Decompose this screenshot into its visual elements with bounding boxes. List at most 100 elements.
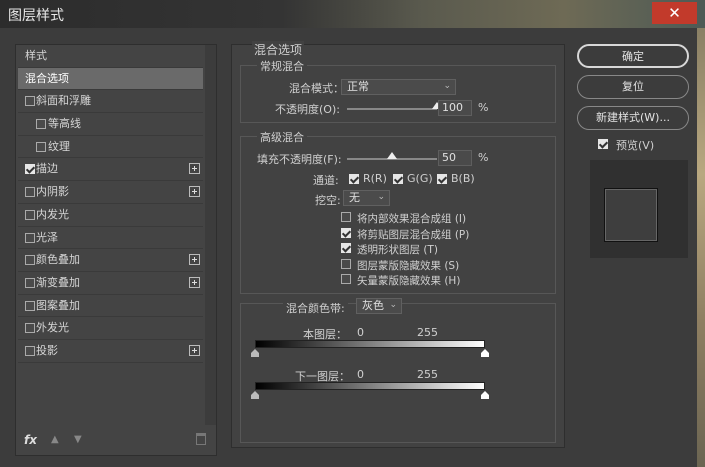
blend-option-checkbox[interactable] [341, 258, 351, 269]
channel-label: R(R) [363, 172, 387, 185]
advanced-blending-title: 高级混合 [257, 129, 307, 145]
window-title: 图层样式 [8, 8, 64, 24]
underlying-layer-gradient [255, 382, 485, 390]
style-item[interactable]: 混合选项 [18, 67, 203, 91]
trash-icon[interactable] [196, 433, 206, 445]
underlying-layer-max: 255 [417, 368, 438, 381]
style-checkbox[interactable] [25, 209, 35, 220]
style-checkbox[interactable] [25, 277, 35, 288]
style-checkbox[interactable] [25, 164, 35, 175]
style-item[interactable]: 斜面和浮雕 [18, 90, 203, 114]
title-bar: 图层样式 ✕ [0, 0, 705, 28]
blend-if-label: 混合颜色带: [283, 300, 348, 316]
this-layer-white-slider[interactable] [481, 349, 489, 357]
fill-opacity-slider-thumb[interactable] [387, 152, 397, 159]
opacity-input[interactable]: 100 [438, 100, 472, 116]
close-button[interactable]: ✕ [652, 2, 697, 24]
preview-toggle[interactable]: 预览(V) [598, 138, 688, 152]
style-item-label: 混合选项 [25, 71, 69, 85]
blend-if-value: 灰色 [362, 299, 384, 312]
style-item[interactable]: 描边 [18, 158, 203, 182]
advanced-blending-group: 高级混合 填充不透明度(F): 50 % 通道: R(R) G(G) B(B) 挖空… [240, 129, 556, 294]
style-item[interactable]: 外发光 [18, 317, 203, 340]
ok-button[interactable]: 确定 [577, 44, 689, 68]
section-title: 混合选项 [252, 41, 305, 58]
add-effect-icon[interactable] [189, 186, 200, 198]
add-effect-icon[interactable] [189, 254, 200, 266]
channels-label: 通道: [313, 174, 339, 187]
blend-option-checkbox[interactable] [341, 243, 351, 253]
style-item-label: 外发光 [36, 321, 69, 335]
blend-option-label: 将内部效果混合成组 (I) [357, 213, 467, 225]
style-item[interactable]: 投影 [18, 340, 203, 363]
fill-opacity-value: 50 [442, 151, 456, 164]
style-item[interactable]: 内阴影 [18, 181, 203, 204]
style-item[interactable]: 内发光 [18, 204, 203, 227]
move-up-icon[interactable]: ▲ [51, 434, 59, 445]
opacity-label: 不透明度(O): [275, 103, 340, 116]
move-down-icon[interactable]: ▼ [74, 434, 82, 445]
general-blending-group: 常规混合 混合模式： 正常 ⌄ 不透明度(O): 100 % [240, 58, 556, 123]
style-item-label: 内发光 [36, 207, 69, 221]
style-item[interactable]: 渐变叠加 [18, 272, 203, 295]
channel-label: B(B) [451, 172, 475, 185]
style-checkbox[interactable] [25, 96, 35, 107]
fill-opacity-input[interactable]: 50 [438, 150, 472, 166]
style-checkbox[interactable] [25, 345, 35, 356]
style-checkbox[interactable] [25, 323, 35, 334]
chevron-down-icon: ⌄ [389, 300, 397, 310]
style-checkbox[interactable] [25, 187, 35, 198]
style-item[interactable]: 纹理 [18, 136, 203, 159]
style-checkbox[interactable] [25, 232, 35, 243]
blend-option-checkbox[interactable] [341, 212, 351, 222]
new-style-button[interactable]: 新建样式(W)... [577, 106, 689, 130]
style-item[interactable]: 图案叠加 [18, 295, 203, 318]
blend-option-label: 矢量蒙版隐藏效果 (H) [357, 275, 461, 287]
this-layer-max: 255 [417, 326, 438, 339]
add-effect-icon[interactable] [189, 163, 200, 175]
style-item-label: 纹理 [48, 139, 70, 153]
fill-opacity-label: 填充不透明度(F): [257, 153, 342, 166]
blending-options-panel: 混合选项 常规混合 混合模式： 正常 ⌄ 不透明度(O): 100 % 高级混合 … [231, 41, 565, 448]
styles-scrollbar[interactable] [205, 45, 216, 425]
reset-button[interactable]: 复位 [577, 75, 689, 99]
blend-if-group: 混合颜色带: 灰色 ⌄ 本图层： 0 255 下一图层： 0 255 [240, 298, 556, 443]
styles-list: 样式 混合选项 斜面和浮雕 等高线 纹理 描边 内阴影 内发光 光泽 颜色叠加 渐变叠加 图案叠加外… [18, 45, 203, 363]
channel-checkbox[interactable] [393, 174, 403, 184]
knockout-select[interactable]: 无 ⌄ [343, 190, 390, 206]
chevron-down-icon: ⌄ [377, 192, 385, 202]
style-checkbox[interactable] [36, 119, 46, 130]
style-item-label: 图案叠加 [36, 298, 80, 312]
preview-label: 预览(V) [616, 139, 655, 152]
blend-option-label: 透明形状图层 (T) [357, 244, 438, 256]
fx-icon[interactable]: fx [24, 433, 37, 447]
add-effect-icon[interactable] [189, 344, 200, 356]
preview-checkbox[interactable] [598, 139, 608, 149]
style-item[interactable]: 光泽 [18, 227, 203, 250]
channel-checkbox[interactable] [349, 174, 359, 184]
add-effect-icon[interactable] [189, 276, 200, 288]
knockout-label: 挖空: [315, 194, 341, 207]
this-layer-black-slider[interactable] [251, 349, 259, 357]
blend-mode-select[interactable]: 正常 ⌄ [341, 79, 456, 95]
channel-checkbox[interactable] [437, 174, 447, 184]
blend-option-label: 图层蒙版隐藏效果 (S) [357, 259, 460, 272]
this-layer-gradient [255, 340, 485, 348]
style-item-label: 颜色叠加 [36, 253, 80, 267]
styles-panel: 样式 混合选项 斜面和浮雕 等高线 纹理 描边 内阴影 内发光 光泽 颜色叠加 渐变叠加 图案叠加外… [15, 44, 217, 456]
blend-mode-value: 正常 [347, 80, 369, 93]
style-item[interactable]: 颜色叠加 [18, 249, 203, 272]
style-checkbox[interactable] [36, 141, 46, 152]
blend-if-select[interactable]: 灰色 ⌄ [356, 298, 402, 314]
blend-option-checkbox[interactable] [341, 274, 351, 284]
style-item-label: 内阴影 [36, 185, 69, 199]
channel-label: G(G) [407, 172, 433, 185]
fill-opacity-percent: % [478, 151, 489, 164]
style-checkbox[interactable] [25, 300, 35, 311]
blend-option-checkbox[interactable] [341, 227, 351, 238]
opacity-slider[interactable] [347, 108, 437, 110]
underlying-layer-black-slider[interactable] [251, 391, 259, 399]
style-item[interactable]: 等高线 [18, 113, 203, 136]
style-checkbox[interactable] [25, 255, 35, 266]
underlying-layer-white-slider[interactable] [481, 391, 489, 399]
